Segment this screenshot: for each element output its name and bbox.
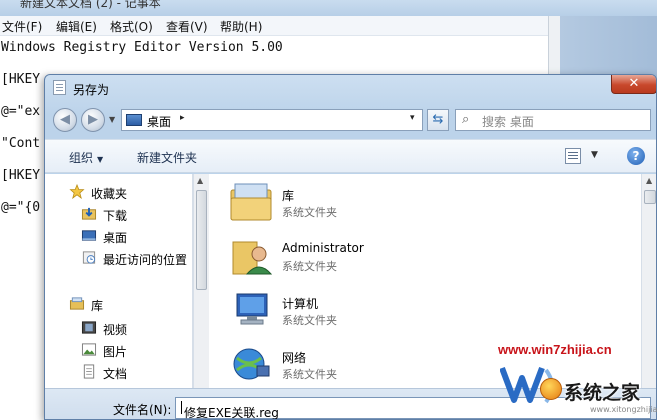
picture-icon bbox=[81, 343, 97, 356]
address-bar[interactable]: 桌面 ▸ ▾ bbox=[121, 109, 423, 131]
nav-label: 收藏夹 bbox=[91, 187, 128, 201]
menu-format[interactable]: 格式(O) bbox=[110, 18, 153, 35]
view-dropdown-icon[interactable]: ▼ bbox=[591, 150, 598, 160]
nav-label: 库 bbox=[91, 299, 104, 313]
nav-item-downloads[interactable]: 下载 bbox=[45, 204, 193, 224]
text-line: [HKEY bbox=[1, 72, 41, 87]
nav-label: 图片 bbox=[103, 345, 128, 359]
menu-view[interactable]: 查看(V) bbox=[166, 18, 208, 35]
nav-item-favorites[interactable]: 收藏夹 bbox=[45, 182, 193, 202]
file-type: 系统文件夹 bbox=[282, 314, 337, 327]
desktop-icon bbox=[81, 230, 97, 241]
view-options-icon[interactable] bbox=[565, 148, 581, 164]
refresh-button[interactable]: ⇆ bbox=[427, 109, 449, 131]
address-location[interactable]: 桌面 bbox=[147, 113, 171, 130]
library-icon bbox=[69, 297, 85, 310]
file-name: Administrator bbox=[282, 241, 364, 255]
scroll-thumb[interactable] bbox=[644, 190, 656, 204]
notepad-file-icon bbox=[53, 80, 66, 95]
organize-label: 组织 bbox=[69, 151, 94, 165]
watermark-brand: 系统之家 bbox=[564, 382, 641, 404]
notepad-scrollbar[interactable] bbox=[548, 16, 560, 80]
history-dropdown-icon[interactable]: ▼ bbox=[109, 113, 119, 127]
scroll-up-icon[interactable]: ▲ bbox=[197, 176, 203, 185]
command-bar: 组织 ▼ 新建文件夹 ▼ ? bbox=[45, 139, 656, 173]
nav-label: 最近访问的位置 bbox=[103, 253, 188, 267]
nav-label: 下载 bbox=[103, 209, 128, 223]
nav-item-libraries[interactable]: 库 bbox=[45, 294, 193, 314]
search-input[interactable]: ⌕ 搜索 桌面 bbox=[455, 109, 651, 131]
breadcrumb-arrow-icon[interactable]: ▸ bbox=[180, 113, 185, 123]
text-line: [HKEY bbox=[1, 168, 41, 183]
notepad-frame bbox=[548, 16, 657, 80]
new-folder-button[interactable]: 新建文件夹 bbox=[137, 149, 197, 166]
watermark-site: www.xitongzhijia.net bbox=[590, 405, 657, 414]
text-line: Windows Registry Editor Version 5.00 bbox=[1, 40, 283, 55]
computer-icon bbox=[236, 293, 268, 325]
dialog-title: 另存为 bbox=[73, 83, 110, 97]
desktop-icon bbox=[126, 114, 142, 126]
address-dropdown-icon[interactable]: ▾ bbox=[410, 113, 415, 123]
star-icon bbox=[69, 184, 85, 199]
search-icon: ⌕ bbox=[462, 112, 470, 127]
document-icon bbox=[83, 364, 95, 379]
xitongzhijia-logo-icon bbox=[540, 378, 562, 400]
video-icon bbox=[81, 321, 97, 334]
nav-item-videos[interactable]: 视频 bbox=[45, 318, 193, 338]
text-caret bbox=[181, 401, 182, 414]
filename-value: 修复EXE关联.reg bbox=[180, 401, 279, 419]
save-as-dialog: 另存为 ✕ ◀ ▶ ▼ 桌面 ▸ ▾ ⇆ ⌕ 搜索 桌面 组织 ▼ 新建文件夹 ▼… bbox=[44, 74, 657, 420]
nav-item-pictures[interactable]: 图片 bbox=[45, 340, 193, 360]
nav-label: 视频 bbox=[103, 323, 128, 337]
filename-label: 文件名(N): bbox=[113, 403, 172, 417]
nav-item-documents[interactable]: 文档 bbox=[45, 362, 193, 382]
menu-edit[interactable]: 编辑(E) bbox=[56, 18, 97, 35]
download-folder-icon bbox=[81, 207, 97, 220]
file-name: 计算机 bbox=[282, 297, 319, 311]
forward-arrow-icon[interactable]: ▶ bbox=[81, 108, 105, 132]
nav-label: 文档 bbox=[103, 367, 128, 381]
watermark-url: www.win7zhijia.cn bbox=[498, 342, 612, 357]
file-item-computer[interactable]: 计算机 系统文件夹 bbox=[209, 286, 641, 336]
caret-down-icon: ▼ bbox=[97, 155, 104, 164]
file-item-administrator[interactable]: Administrator 系统文件夹 bbox=[209, 232, 641, 282]
menu-file[interactable]: 文件(F) bbox=[2, 18, 42, 35]
search-placeholder: 搜索 桌面 bbox=[482, 115, 534, 129]
navigation-pane: 收藏夹 下载 桌面 最近访问的位置 库 视频 图片 文档 bbox=[45, 174, 193, 388]
text-line: @="ex bbox=[1, 104, 41, 119]
file-list-scrollbar[interactable]: ▲ bbox=[641, 174, 656, 388]
nav-item-desktop[interactable]: 桌面 bbox=[45, 226, 193, 246]
scroll-up-icon[interactable]: ▲ bbox=[646, 176, 652, 185]
close-button[interactable]: ✕ bbox=[611, 75, 656, 94]
library-folder-icon bbox=[230, 183, 272, 221]
file-type: 系统文件夹 bbox=[282, 368, 337, 381]
notepad-title: 新建文本文档 (2) - 记事本 bbox=[20, 0, 161, 10]
file-type: 系统文件夹 bbox=[282, 260, 337, 273]
file-name: 网络 bbox=[282, 351, 307, 365]
text-line: @="{0 bbox=[1, 200, 41, 215]
text-line: "Cont bbox=[1, 136, 41, 151]
file-type: 系统文件夹 bbox=[282, 206, 337, 219]
back-arrow-icon[interactable]: ◀ bbox=[53, 108, 77, 132]
organize-button[interactable]: 组织 ▼ bbox=[69, 149, 103, 166]
notepad-titlebar[interactable]: 新建文本文档 (2) - 记事本 bbox=[0, 0, 657, 16]
recent-places-icon bbox=[82, 251, 96, 264]
notepad-menubar: 文件(F) 编辑(E) 格式(O) 查看(V) 帮助(H) bbox=[0, 16, 560, 36]
network-icon bbox=[233, 348, 270, 380]
menu-help[interactable]: 帮助(H) bbox=[220, 18, 262, 35]
scroll-thumb[interactable] bbox=[196, 190, 207, 290]
nav-item-recent[interactable]: 最近访问的位置 bbox=[45, 248, 193, 268]
nav-label: 桌面 bbox=[103, 231, 128, 245]
file-item-library[interactable]: 库 系统文件夹 bbox=[209, 178, 641, 228]
file-name: 库 bbox=[282, 189, 295, 203]
nav-pane-scrollbar[interactable]: ▲ bbox=[193, 174, 209, 388]
help-icon[interactable]: ? bbox=[627, 147, 645, 165]
user-folder-icon bbox=[232, 241, 273, 275]
